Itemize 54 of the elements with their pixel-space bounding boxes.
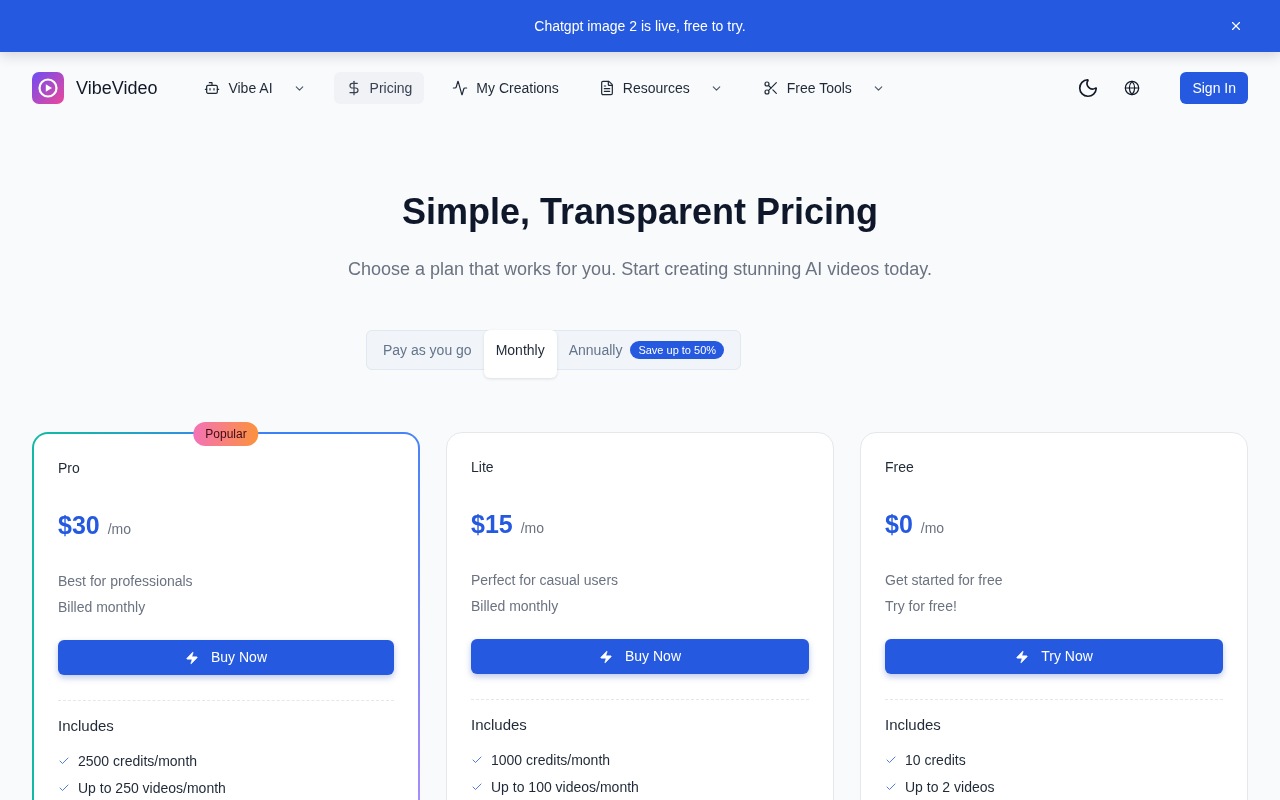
lightning-icon <box>599 649 613 664</box>
plan-name: Pro <box>58 459 81 478</box>
feature-text: Up to 2 videos <box>905 778 995 795</box>
plan-price: $0 <box>885 509 913 540</box>
close-button[interactable] <box>1229 19 1243 33</box>
price-period: /mo <box>107 520 132 539</box>
feature-text: 10 credits <box>905 751 966 768</box>
feature-text: 1000 credits/month <box>491 751 611 768</box>
nav-link[interactable]: My Creations <box>440 72 571 104</box>
plan-price: $30 <box>58 510 100 541</box>
buy-button[interactable]: Buy Now <box>58 640 394 675</box>
plan-description: Perfect for casual users <box>471 571 619 590</box>
sign-in-button[interactable]: Sign In <box>1180 72 1248 104</box>
billing-tab[interactable]: Monthly <box>483 330 557 378</box>
includes-heading: Includes <box>885 715 942 735</box>
nav-link[interactable]: Pricing <box>333 72 425 104</box>
billing-tab[interactable]: Pay as you go <box>370 331 484 369</box>
buy-button[interactable]: Try Now <box>885 639 1223 674</box>
page-subtitle: Choose a plan that works for you. Start creating stunning AI videos today. <box>348 258 932 281</box>
feature-text: Up to 250 videos/month <box>78 779 226 796</box>
robot-icon <box>204 80 221 96</box>
moon-icon <box>1077 77 1100 99</box>
document-icon <box>598 80 615 96</box>
globe-icon <box>1124 80 1141 96</box>
pulse-icon <box>452 80 469 96</box>
lightning-icon <box>185 650 199 665</box>
nav-link[interactable]: Free Tools <box>750 72 897 104</box>
nav-link[interactable]: Vibe AI <box>192 72 318 104</box>
nav-link[interactable]: Resources <box>586 72 735 104</box>
plan-description: Get started for free <box>885 571 1003 590</box>
includes-heading: Includes <box>58 716 115 736</box>
plan-name: Lite <box>471 458 495 477</box>
feature-text: 2500 credits/month <box>78 752 198 769</box>
page-title: Simple, Transparent Pricing <box>401 192 879 232</box>
plan-description: Best for professionals <box>58 572 193 591</box>
billing-note: Try for free! <box>885 597 957 616</box>
banner-text: Chatgpt image 2 is live, free to try. <box>534 16 746 36</box>
feature-text: Up to 100 videos/month <box>491 778 639 795</box>
logo-icon <box>32 72 64 104</box>
billing-tab[interactable]: Annually Save up to 50% <box>556 331 737 369</box>
brand-name[interactable]: VibeVideo <box>76 74 158 102</box>
plan-price: $15 <box>471 509 513 540</box>
billing-note: Billed monthly <box>471 597 559 616</box>
includes-heading: Includes <box>471 715 528 735</box>
close-icon <box>1229 19 1243 33</box>
price-period: /mo <box>920 519 945 538</box>
scissors-icon <box>762 80 779 96</box>
popular-badge: Popular <box>193 422 259 446</box>
billing-note: Billed monthly <box>58 598 146 617</box>
discount-badge: Save up to 50% <box>630 340 725 360</box>
buy-button[interactable]: Buy Now <box>471 639 809 674</box>
lightning-icon <box>1015 649 1030 664</box>
plan-name: Free <box>885 458 915 477</box>
price-period: /mo <box>520 519 545 538</box>
